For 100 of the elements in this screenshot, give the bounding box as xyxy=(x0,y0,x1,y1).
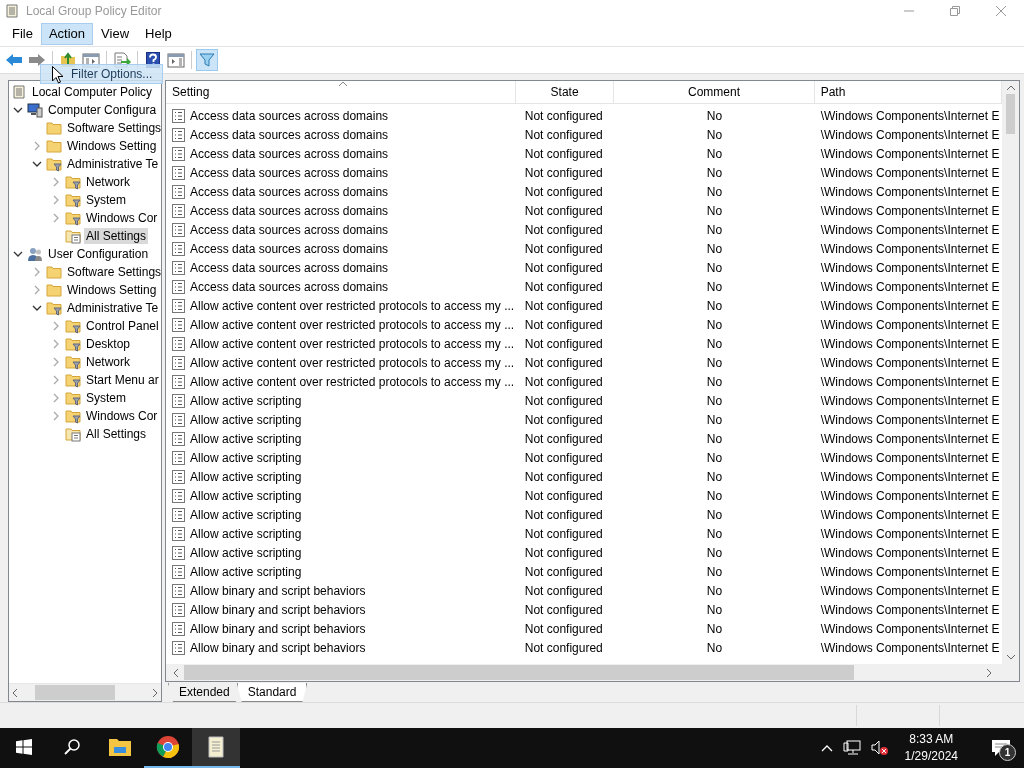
table-cell: No xyxy=(706,489,723,504)
clock[interactable]: 8:33 AM 1/29/2024 xyxy=(898,731,964,766)
tree-item[interactable]: Software Settings xyxy=(65,263,161,280)
column-header[interactable]: Comment xyxy=(614,80,815,103)
setting-name: Allow binary and script behaviors xyxy=(190,641,366,656)
menu-item[interactable]: Action xyxy=(40,23,94,45)
tree-item[interactable]: Administrative Te xyxy=(65,155,161,172)
tree-item[interactable]: User Configuration xyxy=(46,245,151,262)
table-cell-text: Not configured xyxy=(523,451,604,466)
menu-item[interactable]: Help xyxy=(137,23,180,45)
users-icon xyxy=(27,245,43,262)
table-cell: No xyxy=(706,527,723,542)
setting-name: Allow active scripting xyxy=(190,432,302,447)
tree-item[interactable]: Computer Configura xyxy=(46,101,159,118)
setting-name: Allow binary and script behaviors xyxy=(190,584,366,599)
table-cell-text: \Windows Components\Internet E xyxy=(819,603,1001,618)
table-cell-text: Not configured xyxy=(523,527,604,542)
table-cell: No xyxy=(706,451,723,466)
scroll-down-icon[interactable] xyxy=(1005,653,1016,662)
folder-icon xyxy=(46,299,62,316)
folder-icon xyxy=(65,191,81,208)
tree-item[interactable]: Control Panel xyxy=(84,317,161,334)
muted-speaker-icon[interactable] xyxy=(870,740,889,757)
tree-item[interactable]: Local Computer Policy xyxy=(30,83,155,100)
policy-setting-icon xyxy=(172,603,185,618)
table-cell-text: Not configured xyxy=(523,261,604,276)
table-cell: No xyxy=(706,641,723,656)
menu-item[interactable]: View xyxy=(93,23,138,45)
table-cell-text: \Windows Components\Internet E xyxy=(819,147,1001,162)
policy-setting-icon xyxy=(172,584,185,599)
scroll-up-icon[interactable] xyxy=(1005,83,1016,92)
policy-setting-icon xyxy=(172,109,185,124)
policy-setting-icon xyxy=(172,128,185,143)
tree-item[interactable]: Windows Setting xyxy=(65,281,159,298)
setting-name: Access data sources across domains xyxy=(190,223,389,238)
table-cell: No xyxy=(706,413,723,428)
table-cell-text: Not configured xyxy=(523,413,604,428)
tree-item[interactable]: System xyxy=(84,191,128,208)
table-cell-text: Not configured xyxy=(523,299,604,314)
policy-setting-icon xyxy=(172,394,185,409)
table-cell-text: \Windows Components\Internet E xyxy=(819,394,1001,409)
close-icon xyxy=(995,5,1007,17)
notifications-button[interactable]: 1 xyxy=(986,733,1016,764)
setting-name: Access data sources across domains xyxy=(190,147,389,162)
setting-name: Allow active content over restricted protocols to access my ... xyxy=(190,356,515,371)
tree-item[interactable]: All Settings xyxy=(84,425,149,442)
time-text: 8:33 AM xyxy=(909,731,954,749)
scroll-icon xyxy=(205,735,227,760)
tree-item[interactable]: Windows Cor xyxy=(84,407,160,424)
scroll-thumb[interactable] xyxy=(35,685,115,701)
scroll-right-icon[interactable] xyxy=(985,666,993,679)
tree-item[interactable]: Administrative Te xyxy=(65,299,161,316)
chevron-up-icon[interactable] xyxy=(820,744,833,753)
vertical-scrollbar[interactable] xyxy=(1002,80,1019,665)
tree-item[interactable]: Windows Cor xyxy=(84,209,160,226)
table-cell: No xyxy=(706,280,723,295)
settings-folder-icon xyxy=(65,227,81,244)
setting-name: Allow active content over restricted protocols to access my ... xyxy=(190,318,515,333)
table-cell: No xyxy=(706,166,723,181)
menu-item[interactable]: File xyxy=(4,23,41,45)
horizontal-scrollbar[interactable] xyxy=(9,683,161,702)
network-icon[interactable] xyxy=(842,740,861,757)
table-cell-text: \Windows Components\Internet E xyxy=(819,432,1001,447)
tree-item[interactable]: Start Menu ar xyxy=(84,371,161,388)
horizontal-scrollbar[interactable] xyxy=(166,664,1019,682)
folder-icon xyxy=(65,173,81,190)
policy-setting-icon xyxy=(172,204,185,219)
table-cell-text: \Windows Components\Internet E xyxy=(819,565,1001,580)
tree-item[interactable]: Network xyxy=(84,173,132,190)
tree-item[interactable]: Network xyxy=(84,353,132,370)
folder-icon xyxy=(108,737,132,758)
folder-icon xyxy=(46,155,62,172)
policy-setting-icon xyxy=(172,546,185,561)
table-cell-text: \Windows Components\Internet E xyxy=(819,527,1001,542)
table-cell-text: \Windows Components\Internet E xyxy=(819,128,1001,143)
table-cell-text: \Windows Components\Internet E xyxy=(819,242,1001,257)
scroll-left-icon[interactable] xyxy=(172,666,180,679)
column-header[interactable]: Setting xyxy=(166,80,516,103)
filter-button[interactable] xyxy=(196,48,218,71)
taskbar-app-button[interactable] xyxy=(192,728,240,768)
setting-name: Access data sources across domains xyxy=(190,109,389,124)
tree-item[interactable]: System xyxy=(84,389,128,406)
folder-icon xyxy=(65,317,81,334)
column-header[interactable]: State xyxy=(515,80,615,103)
table-cell: No xyxy=(706,394,723,409)
table-cell-text: Not configured xyxy=(523,641,604,656)
date-text: 1/29/2024 xyxy=(904,748,958,766)
table-cell-text: \Windows Components\Internet E xyxy=(819,299,1001,314)
tree-item[interactable]: Software Settings xyxy=(65,119,161,136)
table-cell-text: Not configured xyxy=(523,603,604,618)
back-arrow-icon xyxy=(5,52,23,67)
tree-item[interactable]: Desktop xyxy=(84,335,133,352)
scroll-thumb[interactable] xyxy=(1006,93,1015,134)
policy-setting-icon xyxy=(172,565,185,580)
view-tab[interactable]: Standard xyxy=(236,683,308,703)
table-cell-text: Not configured xyxy=(523,166,604,181)
table-cell-text: \Windows Components\Internet E xyxy=(819,223,1001,238)
tree-item[interactable]: Windows Setting xyxy=(65,137,159,154)
scroll-thumb[interactable] xyxy=(184,665,854,681)
tree-item[interactable]: All Settings xyxy=(84,227,149,244)
